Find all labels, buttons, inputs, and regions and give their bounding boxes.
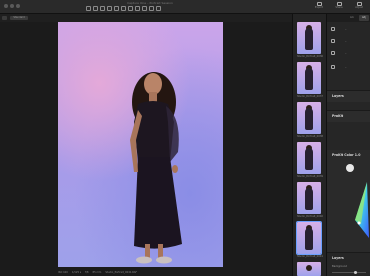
thumbnail[interactable]	[297, 102, 321, 134]
color-triangle[interactable]	[327, 150, 370, 252]
tab-adjust[interactable]: Adj	[359, 15, 369, 21]
color-profile-panel: ProKit Color 1.0	[327, 150, 370, 252]
keystone-icon	[331, 65, 335, 69]
view-mode-select[interactable]: Standard	[10, 16, 28, 20]
aperture-readout: f/8	[85, 270, 89, 274]
adjust-button[interactable]: Adjust	[352, 2, 366, 12]
heal-tool-icon[interactable]	[135, 6, 140, 11]
close-window-button[interactable]	[4, 4, 8, 8]
thumbnail-caption: Studio_Portrait_0036	[297, 55, 324, 58]
filename-readout: Studio_Portrait_0041.RAF	[105, 270, 137, 274]
crop-icon	[331, 27, 335, 31]
thumbnail-caption: Studio_Portrait_0041	[297, 255, 324, 258]
redo-icon[interactable]	[156, 6, 161, 11]
section-prokit-header[interactable]: ProKit	[327, 110, 370, 122]
thumbnail[interactable]	[297, 22, 321, 54]
filmstrip[interactable]: Studio_Portrait_0036 Studio_Portrait_003…	[292, 14, 326, 276]
thumbnail[interactable]	[297, 62, 321, 94]
layer-opacity-slider[interactable]	[332, 271, 366, 274]
focal-readout: 85 mm	[92, 270, 102, 274]
minimize-window-button[interactable]	[10, 4, 14, 8]
share-button[interactable]: Share	[332, 2, 346, 12]
rotate-icon	[331, 39, 335, 43]
export-button[interactable]: Export	[312, 2, 326, 12]
layer-name[interactable]: Background	[332, 265, 347, 268]
image-status-bar: ISO 100 1/125 s f/8 85 mm Studio_Portrai…	[58, 268, 292, 276]
undo-icon[interactable]	[149, 6, 154, 11]
tool-row-keystone[interactable]: –	[331, 64, 369, 70]
tool-row-crop[interactable]: –	[331, 26, 369, 32]
window-controls	[4, 4, 20, 8]
pan-tool-icon[interactable]	[86, 6, 91, 11]
main-photo[interactable]	[58, 22, 223, 267]
thumbnail-caption: Studio_Portrait_0038	[297, 135, 324, 138]
image-viewer[interactable]: ISO 100 1/125 s f/8 85 mm Studio_Portrai…	[0, 22, 292, 274]
lens-icon	[331, 51, 335, 55]
grid-toggle-icon[interactable]	[2, 16, 7, 20]
layers-title: Layers	[332, 256, 344, 260]
thumbnail[interactable]	[297, 182, 321, 214]
gradient-tool-icon[interactable]	[121, 6, 126, 11]
tool-row-lens[interactable]: –	[331, 50, 369, 56]
iso-readout: ISO 100	[58, 270, 68, 274]
shutter-readout: 1/125 s	[71, 270, 82, 274]
crop-tool-icon[interactable]	[93, 6, 98, 11]
thumbnail-caption: Studio_Portrait_0040	[297, 215, 324, 218]
slider-knob[interactable]	[354, 271, 357, 274]
zoom-window-button[interactable]	[16, 4, 20, 8]
picker-tool-icon[interactable]	[128, 6, 133, 11]
tool-row-rotate[interactable]: –	[331, 38, 369, 44]
straighten-tool-icon[interactable]	[100, 6, 105, 11]
viewer-subbar: Standard	[0, 14, 326, 22]
thumbnail-selected[interactable]	[296, 221, 322, 255]
thumbnail[interactable]	[297, 142, 321, 174]
inspector-tabs: Lib Adj	[327, 14, 370, 22]
section-layers-header[interactable]: Layers	[327, 90, 370, 102]
toolbar-right: Export Share Adjust	[312, 2, 366, 12]
brush-tool-icon[interactable]	[107, 6, 112, 11]
tool-group	[86, 6, 161, 11]
thumbnail[interactable]	[297, 262, 321, 276]
inspector-panel: Lib Adj – – – – Layers ProKit ProKit Col…	[326, 14, 370, 276]
main-toolbar: Capture One – Portrait Session Export Sh…	[0, 0, 370, 14]
layers-panel: Layers Background	[327, 252, 370, 276]
thumbnail-caption: Studio_Portrait_0039	[297, 175, 324, 178]
eraser-tool-icon[interactable]	[114, 6, 119, 11]
portrait-illustration	[130, 72, 182, 264]
window-title: Capture One – Portrait Session	[127, 1, 173, 5]
annotate-tool-icon[interactable]	[142, 6, 147, 11]
thumbnail-caption: Studio_Portrait_0037	[297, 95, 324, 98]
tab-library[interactable]: Lib	[347, 15, 357, 21]
